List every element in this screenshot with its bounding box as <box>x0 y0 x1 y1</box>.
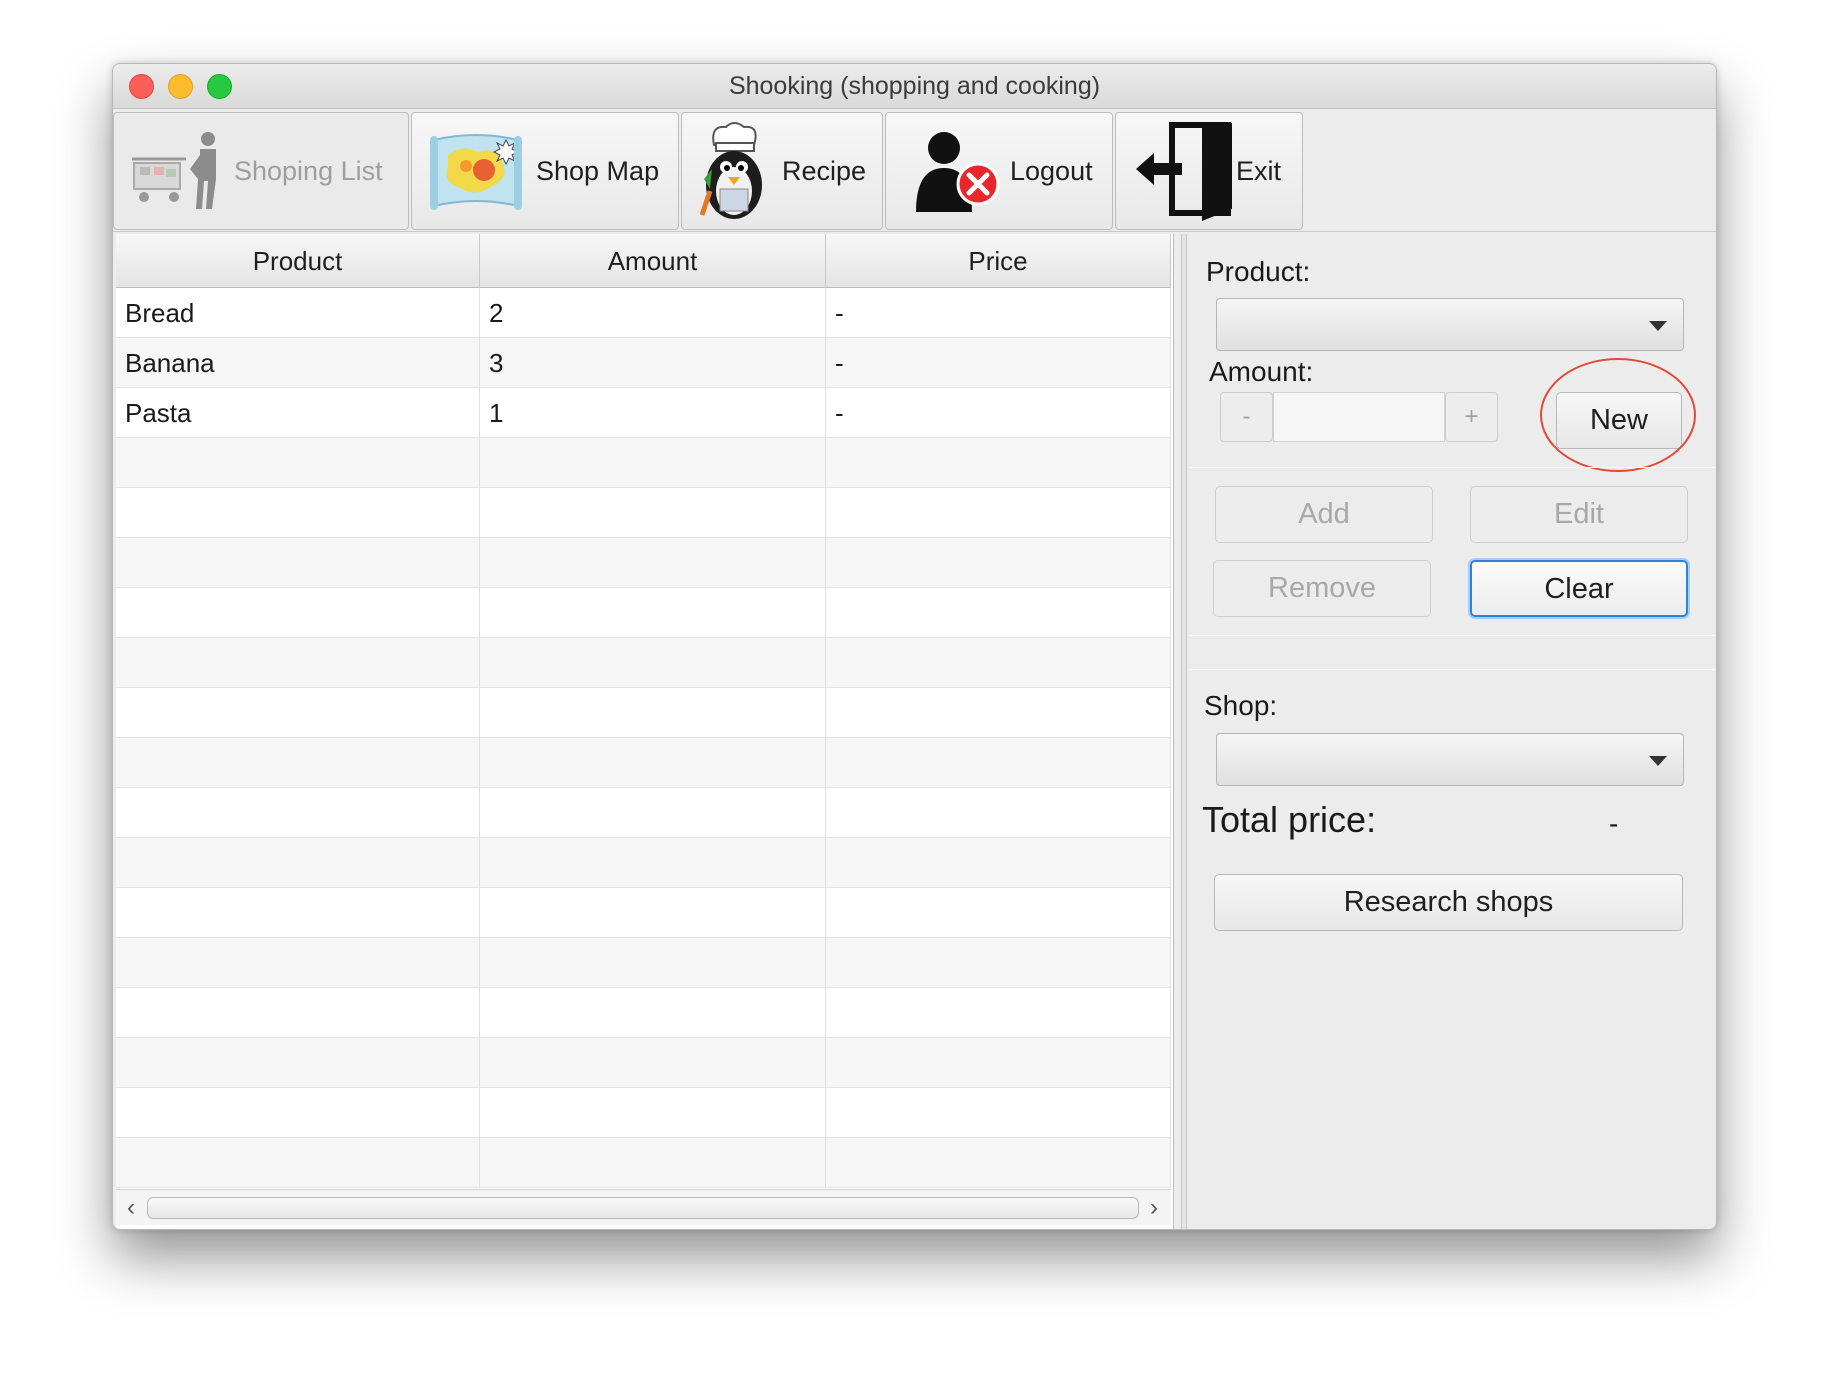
clear-button[interactable]: Clear <box>1470 560 1688 617</box>
table-header: Product Amount Price <box>116 234 1171 288</box>
shop-select[interactable] <box>1216 733 1684 786</box>
tab-recipe-label: Recipe <box>782 155 867 186</box>
section-divider <box>1189 635 1716 636</box>
map-icon <box>430 134 522 210</box>
chevron-down-icon <box>1649 321 1667 331</box>
tab-exit-label: Exit <box>1236 155 1282 186</box>
add-button[interactable]: Add <box>1215 486 1433 543</box>
tab-shopping-list[interactable]: Shoping List <box>113 112 409 230</box>
window-title: Shooking (shopping and cooking) <box>728 72 1101 100</box>
column-header-price[interactable]: Price <box>826 234 1171 288</box>
tab-shop-map[interactable]: Shop Map <box>411 112 679 230</box>
increment-button[interactable]: + <box>1445 392 1498 442</box>
shop-label: Shop: <box>1204 690 1278 721</box>
empty-row <box>116 1088 1171 1138</box>
annotation-circle <box>1540 358 1696 472</box>
chevron-down-icon <box>1649 756 1667 766</box>
split-pane-divider[interactable] <box>1181 234 1187 1229</box>
research-shops-button[interactable]: Research shops <box>1214 874 1683 931</box>
column-header-product[interactable]: Product <box>116 234 480 288</box>
minimize-window-button[interactable] <box>168 74 193 99</box>
cell-price: - <box>826 388 1171 438</box>
user-logout-icon <box>916 132 1000 212</box>
empty-row <box>116 1038 1171 1088</box>
empty-row <box>116 488 1171 538</box>
tab-shop-map-label: Shop Map <box>536 155 660 186</box>
cell-price: - <box>826 288 1171 338</box>
shopping-list-table[interactable]: Product Amount Price Bread 2 - Banana 3 … <box>116 234 1174 1229</box>
cell-product: Pasta <box>116 388 480 438</box>
scrollbar-thumb[interactable] <box>147 1197 1139 1219</box>
tab-recipe[interactable]: Recipe <box>681 112 883 230</box>
tab-logout[interactable]: Logout <box>885 112 1113 230</box>
zoom-window-button[interactable] <box>207 74 232 99</box>
table-row[interactable]: Pasta 1 - <box>116 388 1171 438</box>
cell-product: Bread <box>116 288 480 338</box>
app-window: Shooking (shopping and cooking) Shoping … <box>112 63 1717 1230</box>
empty-row <box>116 788 1171 838</box>
empty-row <box>116 638 1171 688</box>
tab-shopping-list-label: Shoping List <box>234 155 383 186</box>
edit-button[interactable]: Edit <box>1470 486 1688 543</box>
amount-label: Amount: <box>1209 356 1314 387</box>
empty-row <box>116 738 1171 788</box>
product-select[interactable] <box>1216 298 1684 351</box>
cell-product: Banana <box>116 338 480 388</box>
empty-row <box>116 938 1171 988</box>
empty-row <box>116 988 1171 1038</box>
cell-price: - <box>826 338 1171 388</box>
amount-field[interactable] <box>1273 392 1445 442</box>
product-label: Product: <box>1206 256 1311 287</box>
decrement-button[interactable]: - <box>1220 392 1273 442</box>
empty-row <box>116 1138 1171 1188</box>
total-price-value: - <box>1609 808 1619 839</box>
exit-door-icon <box>1136 122 1232 221</box>
table-body: Bread 2 - Banana 3 - Pasta 1 - <box>116 288 1171 1188</box>
empty-row <box>116 588 1171 638</box>
horizontal-scrollbar[interactable]: ‹ › <box>116 1189 1171 1225</box>
empty-row <box>116 538 1171 588</box>
section-divider <box>1189 467 1716 468</box>
cell-amount: 2 <box>480 288 826 338</box>
column-header-amount[interactable]: Amount <box>480 234 826 288</box>
remove-button[interactable]: Remove <box>1213 560 1431 617</box>
amount-stepper[interactable]: - + <box>1220 392 1510 444</box>
empty-row <box>116 438 1171 488</box>
cell-amount: 1 <box>480 388 826 438</box>
empty-row <box>116 888 1171 938</box>
total-price-label: Total price: <box>1202 799 1377 840</box>
close-window-button[interactable] <box>129 74 154 99</box>
section-divider <box>1189 669 1716 670</box>
scroll-left-icon[interactable]: ‹ <box>118 1194 144 1222</box>
chef-penguin-icon <box>699 122 762 219</box>
shopping-cart-person-icon <box>132 132 216 209</box>
table-row[interactable]: Bread 2 - <box>116 288 1171 338</box>
main-toolbar: Shoping List Shop Map Recipe Logout Exit <box>113 110 1716 232</box>
title-bar: Shooking (shopping and cooking) <box>113 64 1716 109</box>
empty-row <box>116 688 1171 738</box>
cell-amount: 3 <box>480 338 826 388</box>
tab-exit[interactable]: Exit <box>1115 112 1303 230</box>
tab-logout-label: Logout <box>1010 155 1093 186</box>
table-row[interactable]: Banana 3 - <box>116 338 1171 388</box>
empty-row <box>116 838 1171 888</box>
scroll-right-icon[interactable]: › <box>1141 1194 1167 1222</box>
